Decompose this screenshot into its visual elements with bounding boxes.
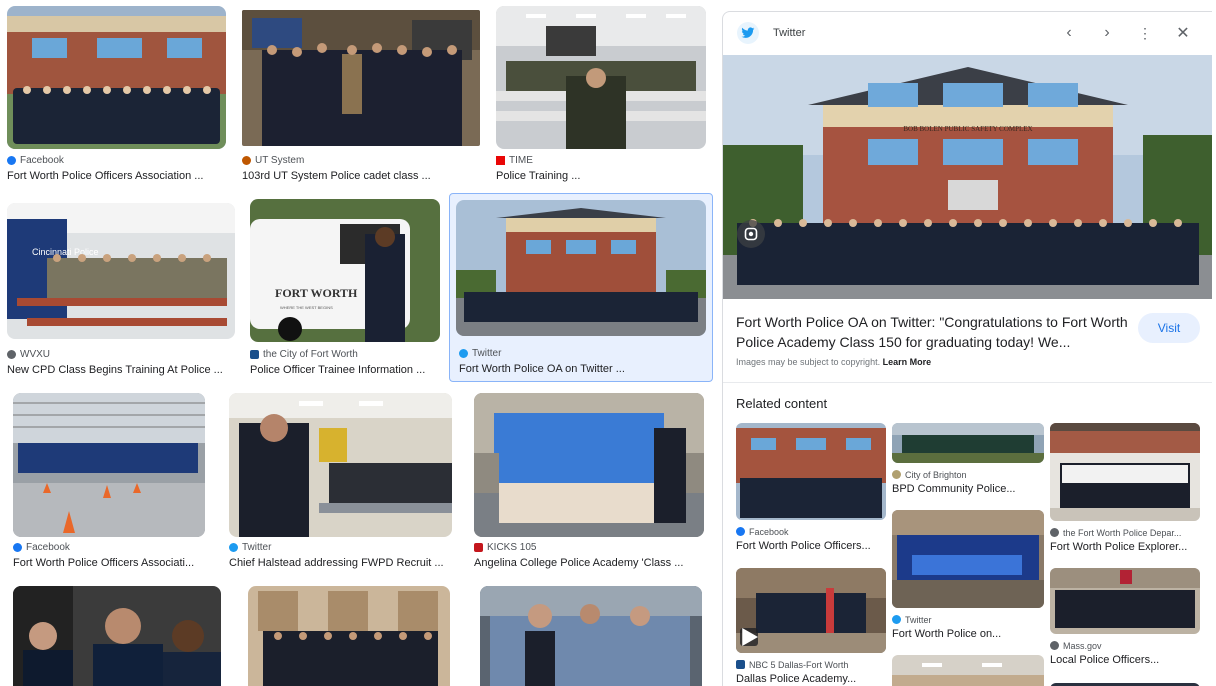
image-result[interactable] — [480, 586, 702, 686]
result-title[interactable]: Angelina College Police Academy 'Class .… — [474, 557, 706, 569]
result-title[interactable]: Fort Worth Police OA on Twitter ... — [459, 363, 712, 375]
result-source: KICKS 105 — [487, 542, 537, 553]
result-thumbnail[interactable] — [474, 393, 704, 537]
result-thumbnail[interactable] — [480, 586, 702, 686]
result-thumbnail[interactable] — [229, 393, 452, 537]
result-thumbnail[interactable] — [13, 586, 221, 686]
twitter-icon — [459, 349, 468, 358]
related-source: City of Brighton — [905, 469, 967, 480]
result-title[interactable]: Police Officer Trainee Information ... — [250, 364, 440, 376]
preview-image[interactable]: BOB BOLEN PUBLIC SAFETY COMPLEX — [723, 55, 1212, 299]
related-thumbnail[interactable] — [736, 423, 886, 520]
result-title[interactable]: New CPD Class Begins Training At Police … — [7, 364, 235, 376]
facebook-icon — [7, 156, 16, 165]
image-result-selected[interactable]: Twitter Fort Worth Police OA on Twitter … — [449, 193, 713, 382]
image-result[interactable]: Facebook Fort Worth Police Officers Asso… — [7, 6, 226, 186]
image-result[interactable]: Twitter Chief Halstead addressing FWPD R… — [229, 393, 453, 573]
video-play-icon — [740, 628, 758, 646]
wvxu-icon — [7, 350, 16, 359]
copyright-text: Images may be subject to copyright. — [736, 357, 881, 367]
related-thumbnail[interactable] — [892, 510, 1044, 608]
fwpd-icon — [1050, 528, 1059, 537]
fort-worth-slogan: WHERE THE WEST BEGINS — [280, 305, 333, 310]
result-source: Twitter — [242, 542, 272, 553]
result-thumbnail[interactable]: FORT WORTH WHERE THE WEST BEGINS — [250, 199, 440, 342]
image-result[interactable]: KICKS 105 Angelina College Police Academ… — [474, 393, 706, 573]
related-thumbnail[interactable] — [892, 423, 1044, 463]
panel-source-name[interactable]: Twitter — [773, 27, 805, 39]
kicks105-icon — [474, 543, 483, 552]
result-title[interactable]: Fort Worth Police Officers Associati... — [13, 557, 207, 569]
related-source: Mass.gov — [1063, 640, 1102, 651]
fort-worth-logo: FORT WORTH — [275, 286, 358, 300]
twitter-icon — [737, 22, 759, 44]
result-source: Twitter — [472, 348, 502, 359]
result-thumbnail[interactable] — [496, 6, 706, 149]
result-source: Facebook — [20, 155, 64, 166]
result-thumbnail[interactable] — [456, 200, 706, 336]
result-title[interactable]: Chief Halstead addressing FWPD Recruit .… — [229, 557, 453, 569]
related-title[interactable]: Fort Worth Police Explorer... — [1050, 541, 1200, 553]
more-options-icon[interactable]: ⋮ — [1135, 23, 1155, 43]
image-result[interactable]: TIME Police Training ... — [496, 6, 706, 186]
related-thumbnail[interactable] — [892, 655, 1044, 686]
image-result[interactable]: Facebook Fort Worth Police Officers Asso… — [13, 393, 207, 573]
copyright-notice: Images may be subject to copyright. Lear… — [736, 357, 931, 367]
panel-header: Twitter ‹ › ⋮ ✕ — [723, 12, 1212, 52]
nbc5-icon — [736, 660, 745, 669]
related-source: NBC 5 Dallas-Fort Worth — [749, 659, 849, 670]
chevron-right-icon[interactable]: › — [1097, 23, 1117, 43]
related-source: Twitter — [905, 614, 932, 625]
preview-title[interactable]: Fort Worth Police OA on Twitter: "Congra… — [736, 312, 1128, 352]
image-result[interactable] — [248, 586, 450, 686]
result-thumbnail[interactable] — [7, 6, 226, 149]
result-source: Facebook — [26, 542, 70, 553]
related-title[interactable]: Local Police Officers... — [1050, 654, 1200, 666]
twitter-icon — [892, 615, 901, 624]
related-thumbnail[interactable] — [1050, 568, 1200, 634]
cincinnati-sign: Cincinnati Police — [32, 247, 99, 257]
result-source: the City of Fort Worth — [263, 349, 358, 360]
close-icon[interactable]: ✕ — [1173, 23, 1193, 43]
image-preview-panel: Twitter ‹ › ⋮ ✕ BOB BOLEN PUBLIC SAFETY … — [722, 11, 1212, 686]
result-title[interactable]: 103rd UT System Police cadet class ... — [242, 170, 480, 182]
result-thumbnail[interactable]: Cincinnati Police — [7, 203, 235, 339]
result-thumbnail[interactable] — [242, 10, 480, 146]
twitter-icon — [229, 543, 238, 552]
result-title[interactable]: Police Training ... — [496, 170, 706, 182]
image-results-grid: Facebook Fort Worth Police Officers Asso… — [0, 0, 716, 686]
time-icon — [496, 156, 505, 165]
related-title[interactable]: Fort Worth Police Officers... — [736, 540, 886, 552]
lens-search-icon[interactable] — [737, 220, 765, 248]
facebook-icon — [736, 527, 745, 536]
related-title[interactable]: Fort Worth Police on... — [892, 628, 1044, 640]
result-title[interactable]: Fort Worth Police Officers Association .… — [7, 170, 226, 182]
building-sign: BOB BOLEN PUBLIC SAFETY COMPLEX — [903, 125, 1032, 133]
ut-system-icon — [242, 156, 251, 165]
image-result[interactable]: UT System 103rd UT System Police cadet c… — [242, 10, 480, 186]
related-title[interactable]: BPD Community Police... — [892, 483, 1044, 495]
related-title[interactable]: Dallas Police Academy... — [736, 673, 886, 685]
related-content-heading: Related content — [736, 396, 828, 411]
facebook-icon — [13, 543, 22, 552]
related-source: the Fort Worth Police Depar... — [1063, 527, 1182, 538]
divider — [723, 382, 1212, 383]
result-source: WVXU — [20, 349, 50, 360]
massgov-icon — [1050, 641, 1059, 650]
result-thumbnail[interactable] — [13, 393, 205, 537]
image-result[interactable]: FORT WORTH WHERE THE WEST BEGINS the Cit… — [250, 199, 440, 380]
related-thumbnail[interactable] — [736, 568, 886, 653]
brighton-icon — [892, 470, 901, 479]
related-source: Facebook — [749, 526, 789, 537]
chevron-left-icon[interactable]: ‹ — [1059, 23, 1079, 43]
result-source: TIME — [509, 155, 533, 166]
result-source: UT System — [255, 155, 305, 166]
learn-more-link[interactable]: Learn More — [883, 357, 932, 367]
result-thumbnail[interactable] — [248, 586, 450, 686]
image-result[interactable]: Cincinnati Police WVXU New CPD Class Beg… — [7, 203, 235, 380]
related-thumbnail[interactable] — [1050, 423, 1200, 521]
visit-button[interactable]: Visit — [1138, 313, 1200, 343]
image-result[interactable] — [13, 586, 221, 686]
city-fort-worth-icon — [250, 350, 259, 359]
